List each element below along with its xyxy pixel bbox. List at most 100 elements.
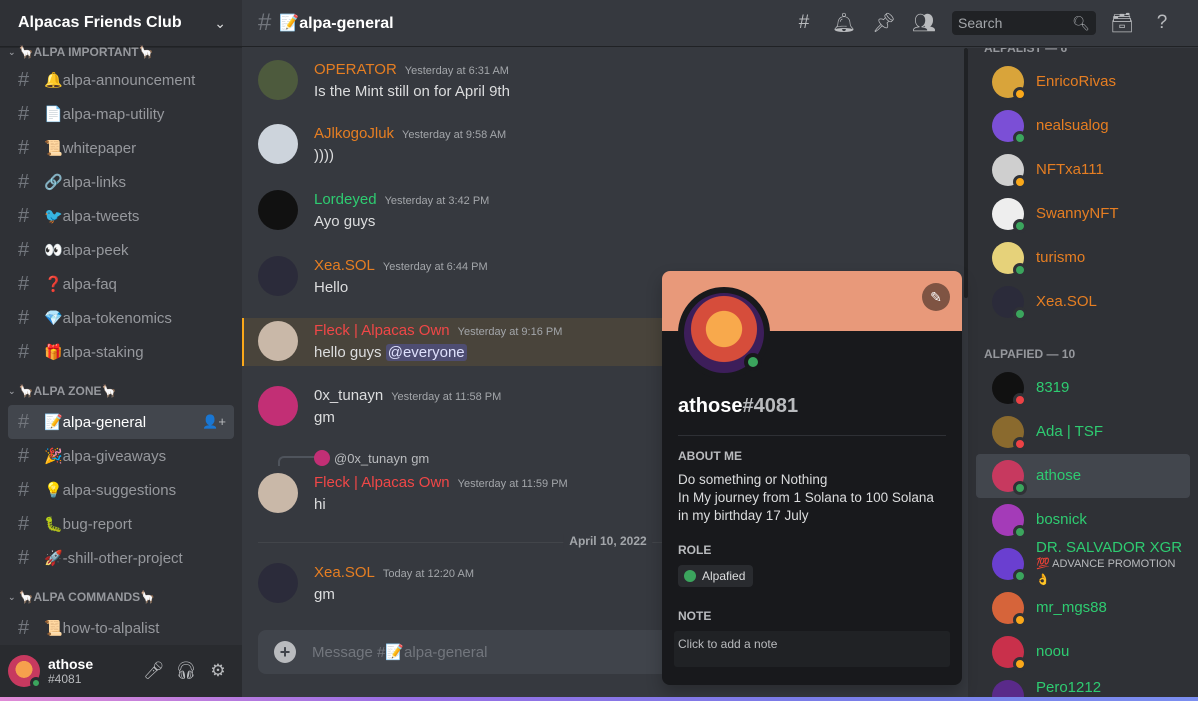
- edit-profile-icon[interactable]: ✎: [922, 283, 950, 311]
- reply-preview[interactable]: @0x_tunayn gm: [314, 450, 429, 466]
- channel-item[interactable]: # 🚀-shill-other-project: [8, 541, 234, 575]
- everyone-mention[interactable]: @everyone: [385, 344, 467, 361]
- channel-item[interactable]: # 🐦alpa-tweets: [8, 199, 234, 233]
- message-time: Yesterday at 3:42 PM: [384, 195, 490, 207]
- channel-item[interactable]: # 🎁alpa-staking: [8, 335, 234, 369]
- status-dot: [1013, 657, 1027, 671]
- member-text: bosnick: [1036, 512, 1087, 528]
- gear-icon[interactable]: ⚙: [202, 661, 234, 681]
- member-name: DR. SALVADOR XGR: [1036, 539, 1183, 556]
- channel-item[interactable]: # 📜whitepaper: [8, 131, 234, 165]
- member-avatar: [992, 592, 1027, 627]
- channel-label: 🐦alpa-tweets: [44, 208, 140, 225]
- members-icon[interactable]: 👥︎: [904, 11, 944, 35]
- message-text: hi: [314, 496, 326, 513]
- avatar[interactable]: [258, 321, 298, 361]
- discord-app: Alpacas Friends Club ⌄ ⌄ 🦙ALPA IMPORTANT🦙…: [0, 0, 1198, 701]
- hash-icon: #: [18, 306, 30, 329]
- avatar[interactable]: [258, 124, 298, 164]
- hash-icon: #: [18, 444, 30, 467]
- alpalist-members: EnricoRivas nealsualog NFTxa111 SwannyNFT tu…: [968, 60, 1198, 324]
- message-author[interactable]: Fleck | Alpacas Own: [314, 474, 450, 491]
- status-dot: [1013, 131, 1027, 145]
- channel-list: ⌄ 🦙ALPA IMPORTANT🦙 # 🔔alpa-announcement # 📄…: [0, 41, 242, 645]
- member-item[interactable]: bosnick: [976, 498, 1190, 542]
- member-item[interactable]: Ada | TSF: [976, 410, 1190, 454]
- channel-item[interactable]: # 🐛bug-report: [8, 507, 234, 541]
- channel-item[interactable]: # 🎉alpa-giveaways: [8, 439, 234, 473]
- channel-sidebar: Alpacas Friends Club ⌄ ⌄ 🦙ALPA IMPORTANT🦙…: [0, 0, 242, 701]
- channel-item-active[interactable]: # 📝alpa-general 👤+: [8, 405, 234, 439]
- channel-item[interactable]: # 📄alpa-map-utility: [8, 97, 234, 131]
- avatar[interactable]: [258, 563, 298, 603]
- message-author[interactable]: OPERATOR: [314, 61, 397, 78]
- member-item[interactable]: NFTxa111: [976, 148, 1190, 192]
- member-item[interactable]: turismo: [976, 236, 1190, 280]
- category-alpa-zone[interactable]: ⌄ 🦙ALPA ZONE🦙: [8, 377, 234, 405]
- help-icon[interactable]: ?: [1142, 12, 1182, 34]
- message-author[interactable]: Xea.SOL: [314, 257, 375, 274]
- member-item[interactable]: Xea.SOL: [976, 280, 1190, 324]
- pin-icon[interactable]: 📌︎: [864, 11, 904, 35]
- category-alpa-commands[interactable]: ⌄ 🦙ALPA COMMANDS🦙: [8, 583, 234, 611]
- member-avatar: [992, 242, 1027, 277]
- channel-item[interactable]: # ❓alpa-faq: [8, 267, 234, 301]
- microphone-icon[interactable]: 🎤︎: [138, 661, 170, 681]
- threads-icon[interactable]: #: [784, 12, 824, 34]
- member-name: noou: [1036, 643, 1070, 660]
- category-alpa-important[interactable]: ⌄ 🦙ALPA IMPORTANT🦙: [8, 41, 234, 63]
- member-item[interactable]: noou: [976, 630, 1190, 674]
- channel-item[interactable]: # 📜how-to-alpalist: [8, 611, 234, 645]
- avatar[interactable]: [258, 190, 298, 230]
- headphones-icon[interactable]: 🎧︎: [170, 661, 202, 681]
- avatar[interactable]: [258, 473, 298, 513]
- channel-item[interactable]: # 🔗alpa-links: [8, 165, 234, 199]
- channel-item[interactable]: # 💡alpa-suggestions: [8, 473, 234, 507]
- reply-avatar: [314, 450, 330, 466]
- status-dot: [1013, 613, 1027, 627]
- note-input[interactable]: Click to add a note: [674, 631, 950, 667]
- inbox-icon[interactable]: 🗃︎: [1102, 11, 1142, 35]
- message-author[interactable]: Xea.SOL: [314, 564, 375, 581]
- avatar[interactable]: [258, 60, 298, 100]
- reply-text: gm: [411, 450, 430, 466]
- user-avatar[interactable]: [8, 655, 42, 689]
- reply-author[interactable]: @0x_tunayn: [334, 451, 407, 466]
- channel-label: 👀alpa-peek: [44, 242, 129, 259]
- add-user-icon[interactable]: 👤+: [202, 414, 226, 430]
- channel-label: 📝alpa-general: [44, 414, 147, 431]
- bell-icon[interactable]: 🔔︎: [824, 11, 864, 35]
- search-input[interactable]: Search 🔍︎: [952, 11, 1096, 35]
- channel-item[interactable]: # 🔔alpa-announcement: [8, 63, 234, 97]
- message-time: Yesterday at 11:59 PM: [457, 478, 568, 490]
- avatar[interactable]: [258, 386, 298, 426]
- role-pill[interactable]: Alpafied: [678, 565, 754, 587]
- message-author[interactable]: 0x_tunayn: [314, 387, 383, 404]
- user-names[interactable]: athose #4081: [48, 656, 138, 686]
- member-item[interactable]: nealsualog: [976, 104, 1190, 148]
- member-item[interactable]: DR. SALVADOR XGR 💯 ADVANCE PROMOTION 👌: [976, 540, 1190, 588]
- member-text: SwannyNFT: [1036, 206, 1119, 222]
- member-text: noou: [1036, 644, 1069, 660]
- member-item[interactable]: mr_mgs88: [976, 586, 1190, 630]
- chevron-down-icon[interactable]: ⌄: [214, 15, 226, 32]
- channel-item[interactable]: # 👀alpa-peek: [8, 233, 234, 267]
- member-item[interactable]: SwannyNFT: [976, 192, 1190, 236]
- hash-icon: #: [18, 512, 30, 535]
- channel-label: 📜whitepaper: [44, 140, 137, 157]
- message-author[interactable]: AJlkogoJluk: [314, 125, 394, 142]
- member-item[interactable]: EnricoRivas: [976, 60, 1190, 104]
- add-attachment-icon[interactable]: +: [274, 641, 296, 663]
- member-item[interactable]: 8319: [976, 366, 1190, 410]
- member-item[interactable]: athose: [976, 454, 1190, 498]
- message-author[interactable]: Lordeyed: [314, 191, 377, 208]
- message-time: Yesterday at 6:31 AM: [404, 65, 509, 77]
- channel-item[interactable]: # 💎alpa-tokenomics: [8, 301, 234, 335]
- message-text: gm: [314, 409, 335, 426]
- server-header[interactable]: Alpacas Friends Club ⌄: [0, 0, 242, 47]
- member-text: DR. SALVADOR XGR 💯 ADVANCE PROMOTION 👌: [1036, 540, 1190, 588]
- about-me-label: ABOUT ME: [678, 449, 742, 463]
- avatar[interactable]: [258, 256, 298, 296]
- member-list: ALPALIST — 6 EnricoRivas nealsualog NFTxa1…: [968, 48, 1198, 701]
- message-author[interactable]: Fleck | Alpacas Own: [314, 322, 450, 339]
